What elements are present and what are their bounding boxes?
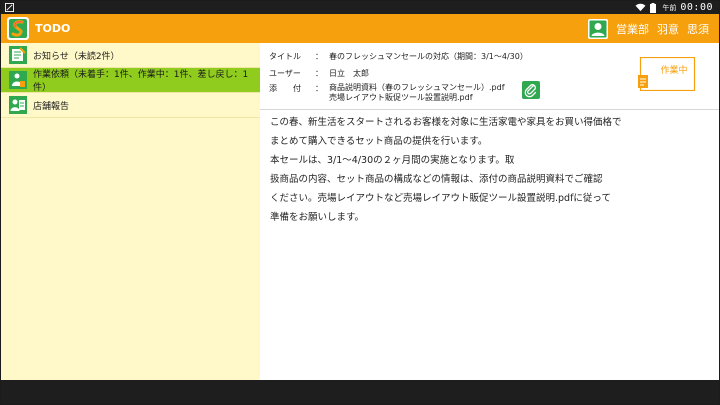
store-report-icon — [9, 96, 27, 114]
body-line: 本セールは、3/1～4/30の２ヶ月間の実施となります。取 — [270, 155, 515, 166]
sidebar-item-work-requests[interactable]: 作業依頼（未着手：1件、作業中：1件、差し戻し：1件） — [1, 68, 260, 93]
sidebar: お知らせ（未読2件） 作業依頼（未着手：1件、作業中：1件、差し戻し：1件） 店… — [1, 43, 260, 380]
attachment-link[interactable]: 売場レイアウト販促ツール設置説明.pdf — [329, 93, 505, 103]
battery-icon — [650, 2, 657, 13]
body-line: ください。売場レイアウトなど売場レイアウト販促ツール設置説明.pdfに従って — [270, 193, 611, 204]
app-title: TODO — [35, 22, 71, 35]
user-avatar-icon — [588, 18, 608, 39]
status-bar: 午前 00:00 — [1, 1, 719, 14]
user-last-name: 羽意 — [657, 22, 679, 36]
colon: ： — [315, 69, 323, 78]
task-meta: タイトル ： 春のフレッシュマンセールの対応（期間：3/1～4/30） ユーザー… — [260, 43, 719, 110]
notice-icon — [9, 46, 27, 64]
notification-icon — [5, 3, 14, 12]
title-label: タイトル — [269, 52, 301, 61]
status-indicators: 午前 00:00 — [635, 1, 713, 14]
sidebar-item-label: お知らせ（未読2件） — [33, 51, 120, 62]
colon: ： — [315, 84, 323, 93]
work-request-icon — [9, 71, 27, 89]
app-bar: TODO 営業部 羽意 思須 — [1, 14, 719, 43]
task-title: 春のフレッシュマンセールの対応（期間：3/1～4/30） — [329, 52, 528, 61]
title-row: タイトル ： 春のフレッシュマンセールの対応（期間：3/1～4/30） — [269, 51, 528, 62]
task-user: 日立 太郎 — [329, 69, 369, 78]
body-line: この春、新生活をスタートされるお客様を対象に生活家電や家具をお買い得価格で — [270, 117, 622, 128]
user-department: 営業部 — [616, 22, 649, 36]
user-row: ユーザー ： 日立 太郎 — [269, 68, 369, 79]
body-line: まとめて購入できるセット商品の提供を行います。 — [270, 136, 488, 147]
sidebar-item-store-reports[interactable]: 店舗報告 — [1, 93, 260, 118]
clock: 00:00 — [680, 2, 713, 13]
sidebar-item-label: 店舗報告 — [33, 101, 70, 112]
task-body: この春、新生活をスタートされるお客様を対象に生活家電や家具をお買い得価格で まと… — [270, 113, 710, 227]
user-first-name: 思須 — [687, 22, 709, 36]
sidebar-item-notices[interactable]: お知らせ（未読2件） — [1, 43, 260, 68]
colon: ： — [315, 52, 323, 61]
body-line: 準備をお願いします。 — [270, 212, 365, 223]
sidebar-item-label: 作業依頼（未着手：1件、作業中：1件、差し戻し：1件） — [33, 70, 249, 93]
app-window: 午前 00:00 TODO 営業部 羽意 思須 お知らせ（未読2件） 作業依頼（… — [1, 1, 719, 404]
user-info[interactable]: 営業部 羽意 思須 — [588, 14, 709, 43]
paperclip-icon[interactable] — [522, 81, 540, 99]
attachment-row: 添 付 ： 商品説明資料（春のフレッシュマンセール）.pdf 売場レイアウト販促… — [269, 83, 505, 103]
status-button-label: 作業中 — [660, 66, 688, 76]
task-detail: タイトル ： 春のフレッシュマンセールの対応（期間：3/1～4/30） ユーザー… — [260, 43, 719, 380]
attachment-label: 添 付 — [269, 84, 301, 93]
navigation-bar — [1, 380, 719, 404]
attachment-list: 商品説明資料（春のフレッシュマンセール）.pdf 売場レイアウト販促ツール設置説… — [329, 83, 505, 103]
app-logo-icon — [7, 17, 29, 40]
work-status-button[interactable]: 作業中 — [638, 56, 696, 92]
attachment-link[interactable]: 商品説明資料（春のフレッシュマンセール）.pdf — [329, 83, 505, 93]
ampm-label: 午前 — [662, 3, 677, 12]
user-label: ユーザー — [269, 69, 301, 78]
wifi-icon — [635, 3, 646, 12]
body-line: 扱商品の内容、セット商品の構成などの情報は、添付の商品説明資料でご確認 — [270, 174, 603, 185]
